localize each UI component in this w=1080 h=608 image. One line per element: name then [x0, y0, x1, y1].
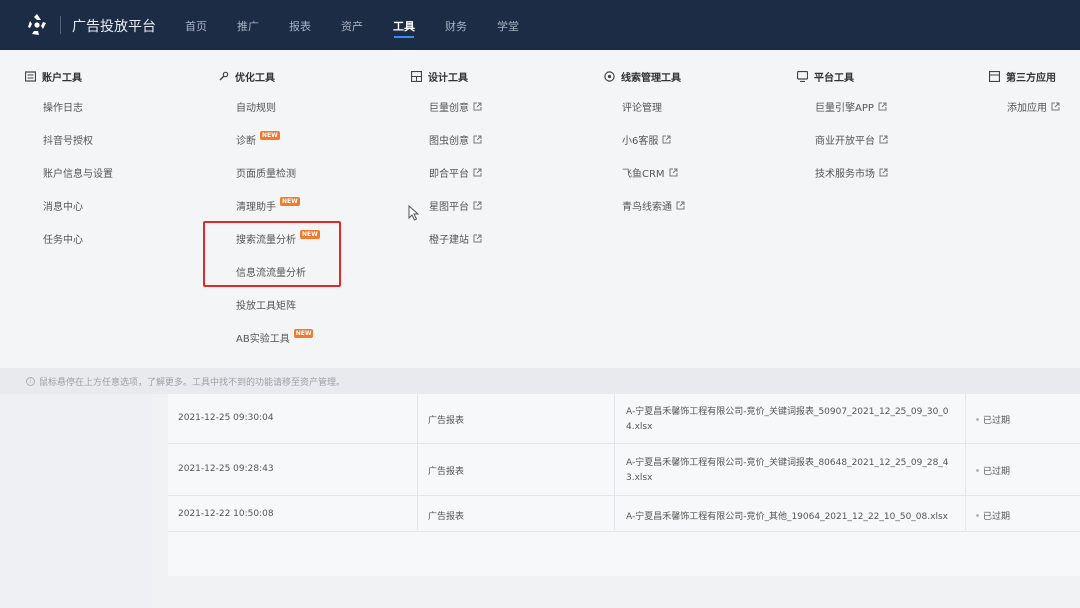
external-link-icon — [473, 168, 482, 177]
column-heading: 设计工具 — [411, 69, 468, 84]
external-link-icon — [676, 201, 685, 210]
nav-home[interactable]: 首页 — [185, 18, 207, 34]
menu-item-tech-service-market[interactable]: 技术服务市场 — [815, 165, 888, 180]
external-link-icon — [473, 201, 482, 210]
menu-item-juliang-app[interactable]: 巨量引擎APP — [815, 99, 887, 114]
menu-item-operation-log[interactable]: 操作日志 — [43, 99, 83, 114]
row-type: 广告报表 — [428, 416, 465, 426]
wrench-icon — [219, 71, 229, 81]
external-link-icon — [473, 234, 482, 243]
platform-logo-icon[interactable] — [24, 12, 50, 38]
menu-item-ab-test[interactable]: AB实验工具 NEW — [236, 329, 314, 345]
external-link-icon — [878, 102, 887, 111]
column-heading: 优化工具 — [218, 69, 275, 84]
external-link-icon — [669, 168, 678, 177]
new-badge: NEW — [280, 197, 300, 206]
menu-item-page-quality[interactable]: 页面质量检测 — [236, 165, 296, 180]
row-file[interactable]: A-宁夏昌禾馨饰工程有限公司-竞价_关键词报表_80648_2021_12_25… — [626, 456, 949, 486]
active-tab-indicator — [394, 36, 414, 38]
menu-item-qingniao-leads[interactable]: 青鸟线索通 — [622, 198, 685, 213]
menu-item-feiyu-crm[interactable]: 飞鱼CRM — [622, 165, 678, 180]
external-link-icon — [473, 102, 482, 111]
menu-item-task-center[interactable]: 任务中心 — [43, 231, 83, 246]
new-badge: NEW — [260, 131, 280, 140]
row-time: 2021-12-22 10:50:08 — [178, 509, 274, 519]
info-text: 鼠标悬停在上方任意选项，了解更多。工具中找不到的功能请移至资产管理。 — [39, 378, 346, 388]
menu-item-cleanup-assistant[interactable]: 清理助手 NEW — [236, 197, 300, 213]
brand-title[interactable]: 广告投放平台 — [72, 16, 156, 36]
column-heading: 账户工具 — [25, 69, 82, 84]
external-link-icon — [879, 168, 888, 177]
column-heading: 平台工具 — [797, 69, 854, 84]
left-sidebar-area — [0, 394, 152, 608]
table-row: 2021-12-22 10:50:08 广告报表 A-宁夏昌禾馨饰工程有限公司-… — [168, 496, 1080, 532]
menu-item-jihe-platform[interactable]: 即合平台 — [429, 165, 482, 180]
nav-tools[interactable]: 工具 — [393, 18, 415, 34]
column-heading: 第三方应用 — [989, 69, 1056, 84]
top-nav-bar: 广告投放平台 首页 推广 报表 资产 工具 财务 学堂 — [0, 0, 1080, 50]
menu-item-auto-rules[interactable]: 自动规则 — [236, 99, 276, 114]
highlight-annotation-box — [203, 221, 341, 287]
menu-item-tools-matrix[interactable]: 投放工具矩阵 — [236, 297, 296, 312]
nav-reports[interactable]: 报表 — [289, 18, 311, 34]
menu-item-add-app[interactable]: 添加应用 — [1007, 99, 1060, 114]
row-file[interactable]: A-宁夏昌禾馨饰工程有限公司-竞价_其他_19064_2021_12_22_10… — [626, 509, 948, 522]
menu-item-xingtu-platform[interactable]: 星图平台 — [429, 198, 482, 213]
menu-item-account-settings[interactable]: 账户信息与设置 — [43, 165, 113, 180]
menu-item-douyin-auth[interactable]: 抖音号授权 — [43, 132, 93, 147]
leads-tools-icon — [604, 71, 615, 82]
row-type: 广告报表 — [428, 512, 465, 522]
menu-item-message-center[interactable]: 消息中心 — [43, 198, 83, 213]
column-heading: 线索管理工具 — [604, 69, 681, 84]
info-icon: i — [26, 377, 35, 386]
row-time: 2021-12-25 09:28:43 — [178, 464, 274, 474]
tools-dropdown-panel: 账户工具 操作日志 抖音号授权 账户信息与设置 消息中心 任务中心 优化工具 自… — [0, 50, 1080, 368]
status-badge: 已过期 — [976, 413, 1010, 426]
nav-assets[interactable]: 资产 — [341, 18, 363, 34]
nav-academy[interactable]: 学堂 — [497, 18, 519, 34]
menu-item-diagnosis[interactable]: 诊断 NEW — [236, 131, 280, 147]
design-tools-icon — [411, 71, 422, 82]
platform-tools-icon — [797, 71, 808, 82]
row-file[interactable]: A-宁夏昌禾馨饰工程有限公司-竞价_关键词报表_50907_2021_12_25… — [626, 405, 949, 435]
brand-separator — [60, 16, 61, 34]
mouse-cursor-icon — [408, 205, 420, 221]
external-link-icon — [662, 135, 671, 144]
menu-item-xiao6-service[interactable]: 小6客服 — [622, 132, 671, 147]
status-badge: 已过期 — [976, 464, 1010, 477]
external-link-icon — [1051, 102, 1060, 111]
external-link-icon — [879, 135, 888, 144]
nav-promotion[interactable]: 推广 — [237, 18, 259, 34]
status-badge: 已过期 — [976, 509, 1010, 522]
menu-item-comment-management[interactable]: 评论管理 — [622, 99, 662, 114]
row-time: 2021-12-25 09:30:04 — [178, 413, 274, 423]
third-party-icon — [989, 71, 1000, 82]
info-strip: i 鼠标悬停在上方任意选项，了解更多。工具中找不到的功能请移至资产管理。 — [0, 368, 1080, 394]
table-row: 2021-12-25 09:30:04 广告报表 A-宁夏昌禾馨饰工程有限公司-… — [168, 394, 1080, 444]
menu-item-chengzi-site[interactable]: 橙子建站 — [429, 231, 482, 246]
menu-item-open-platform[interactable]: 商业开放平台 — [815, 132, 888, 147]
menu-item-tuchong-creative[interactable]: 图虫创意 — [429, 132, 482, 147]
external-link-icon — [473, 135, 482, 144]
row-type: 广告报表 — [428, 467, 465, 477]
menu-item-juliang-creative[interactable]: 巨量创意 — [429, 99, 482, 114]
new-badge: NEW — [293, 329, 314, 338]
table-row: 2021-12-25 09:28:43 广告报表 A-宁夏昌禾馨饰工程有限公司-… — [168, 444, 1080, 496]
account-tools-icon — [25, 71, 36, 82]
nav-finance[interactable]: 财务 — [445, 18, 467, 34]
